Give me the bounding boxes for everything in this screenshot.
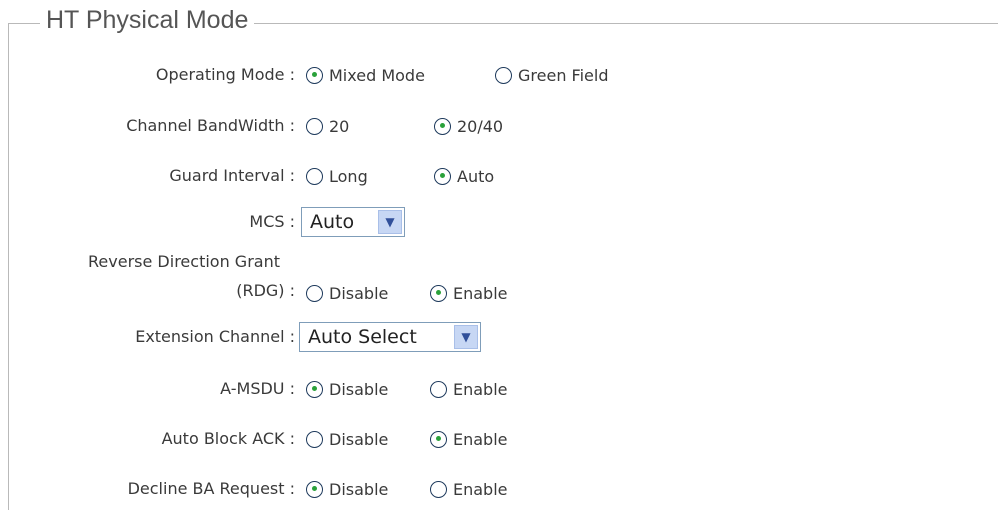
channel-bandwidth-row: Channel BandWidth : 20 20/40: [0, 111, 999, 141]
channel-bandwidth-label: Channel BandWidth :: [126, 116, 295, 135]
radio-checked-icon[interactable]: [434, 167, 451, 185]
radio-unchecked-icon[interactable]: [495, 66, 512, 84]
radio-checked-icon[interactable]: [306, 66, 323, 84]
guard-interval-long-option[interactable]: Long: [306, 161, 368, 191]
option-label: Long: [329, 166, 368, 186]
auto-block-ack-label: Auto Block ACK :: [161, 429, 295, 448]
auto-block-ack-disable-option[interactable]: Disable: [306, 424, 388, 454]
amsdu-enable-option[interactable]: Enable: [430, 374, 508, 404]
option-label: Disable: [329, 283, 389, 303]
rdg-label-line2: (RDG) :: [236, 281, 295, 300]
radio-checked-icon[interactable]: [434, 117, 451, 135]
rdg-row: Reverse Direction Grant (RDG) : Disable …: [0, 252, 999, 308]
decline-ba-request-disable-option[interactable]: Disable: [306, 474, 388, 504]
radio-checked-icon[interactable]: [306, 480, 323, 498]
extension-channel-row: Extension Channel : Auto Select ▼: [0, 322, 999, 352]
radio-checked-icon[interactable]: [306, 380, 323, 398]
decline-ba-request-label: Decline BA Request :: [127, 479, 295, 498]
option-label: Disable: [329, 429, 389, 449]
amsdu-disable-option[interactable]: Disable: [306, 374, 388, 404]
chevron-down-icon[interactable]: ▼: [378, 210, 402, 234]
mcs-select[interactable]: Auto ▼: [301, 207, 405, 237]
decline-ba-request-enable-option[interactable]: Enable: [430, 474, 508, 504]
option-label: Enable: [453, 283, 508, 303]
rdg-label-line1: Reverse Direction Grant: [88, 252, 280, 271]
radio-checked-icon[interactable]: [430, 430, 447, 448]
radio-unchecked-icon[interactable]: [430, 480, 447, 498]
option-label: Disable: [329, 379, 389, 399]
option-label: Mixed Mode: [329, 65, 425, 85]
chevron-down-icon[interactable]: ▼: [454, 325, 478, 349]
section-title: HT Physical Mode: [40, 6, 255, 35]
radio-unchecked-icon[interactable]: [306, 430, 323, 448]
guard-interval-label: Guard Interval :: [169, 166, 295, 185]
mcs-label: MCS :: [249, 212, 295, 231]
extension-channel-select[interactable]: Auto Select ▼: [299, 322, 481, 352]
option-label: Auto: [457, 166, 495, 186]
guard-interval-row: Guard Interval : Long Auto: [0, 161, 999, 191]
option-label: Green Field: [518, 65, 609, 85]
extension-channel-select-value: Auto Select: [308, 326, 417, 348]
rdg-enable-option[interactable]: Enable: [430, 278, 508, 308]
channel-bandwidth-2040-option[interactable]: 20/40: [434, 111, 503, 141]
decline-ba-request-row: Decline BA Request : Disable Enable: [0, 474, 999, 504]
option-label: Enable: [453, 379, 508, 399]
amsdu-row: A-MSDU : Disable Enable: [0, 374, 999, 404]
mcs-row: MCS : Auto ▼: [0, 207, 999, 237]
operating-mode-greenfield-option[interactable]: Green Field: [495, 60, 608, 90]
option-label: 20/40: [457, 116, 504, 136]
operating-mode-row: Operating Mode : Mixed Mode Green Field: [0, 60, 999, 90]
option-label: Disable: [329, 479, 389, 499]
auto-block-ack-enable-option[interactable]: Enable: [430, 424, 508, 454]
option-label: Enable: [453, 479, 508, 499]
extension-channel-label: Extension Channel :: [135, 327, 295, 346]
radio-unchecked-icon[interactable]: [430, 380, 447, 398]
mcs-select-value: Auto: [310, 211, 355, 233]
radio-checked-icon[interactable]: [430, 284, 447, 302]
amsdu-label: A-MSDU :: [220, 379, 295, 398]
operating-mode-label: Operating Mode :: [155, 65, 295, 84]
option-label: 20: [329, 116, 350, 136]
radio-unchecked-icon[interactable]: [306, 284, 323, 302]
auto-block-ack-row: Auto Block ACK : Disable Enable: [0, 424, 999, 454]
option-label: Enable: [453, 429, 508, 449]
channel-bandwidth-20-option[interactable]: 20: [306, 111, 349, 141]
rdg-disable-option[interactable]: Disable: [306, 278, 388, 308]
operating-mode-mixed-option[interactable]: Mixed Mode: [306, 60, 425, 90]
radio-unchecked-icon[interactable]: [306, 167, 323, 185]
guard-interval-auto-option[interactable]: Auto: [434, 161, 494, 191]
radio-unchecked-icon[interactable]: [306, 117, 323, 135]
